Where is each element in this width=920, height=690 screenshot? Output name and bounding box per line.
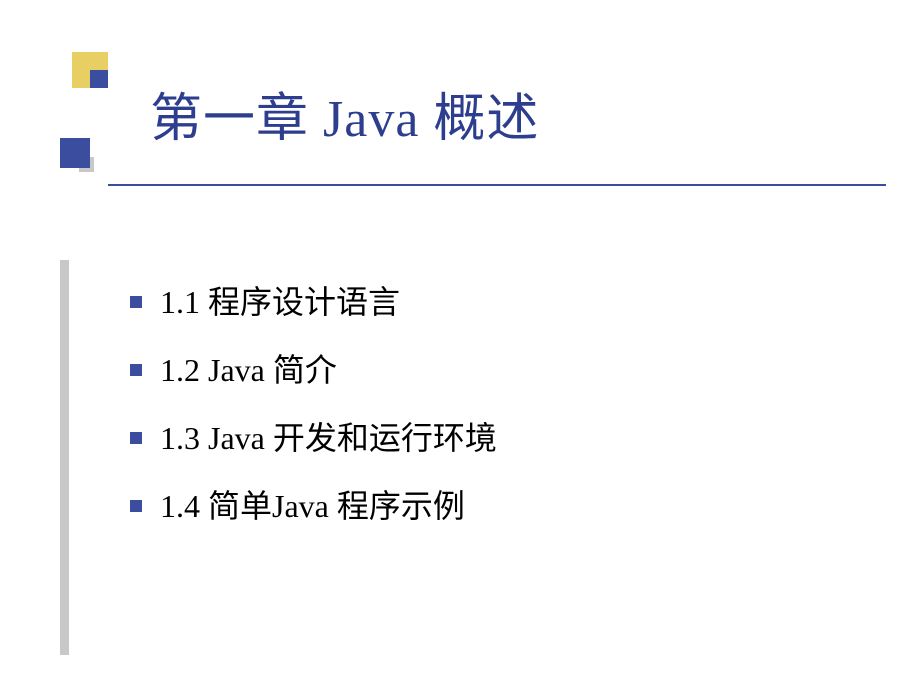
list-item: 1.4 简单Java 程序示例 (130, 482, 860, 530)
decoration-top-group (36, 52, 108, 124)
slide-container: 第一章 Java 概述 1.1 程序设计语言 1.2 Java 简介 1.3 J… (0, 0, 920, 690)
blue-square-icon (90, 70, 108, 88)
decoration-bottom-group (60, 138, 110, 188)
content-area: 1.1 程序设计语言 1.2 Java 简介 1.3 Java 开发和运行环境 … (130, 278, 860, 550)
bullet-icon (130, 432, 142, 444)
bullet-icon (130, 364, 142, 376)
list-item-label: 1.4 简单Java 程序示例 (160, 482, 465, 530)
list-item-label: 1.3 Java 开发和运行环境 (160, 414, 497, 462)
outline-list: 1.1 程序设计语言 1.2 Java 简介 1.3 Java 开发和运行环境 … (130, 278, 860, 530)
title-underline (108, 184, 886, 186)
list-item: 1.2 Java 简介 (130, 346, 860, 394)
list-item: 1.1 程序设计语言 (130, 278, 860, 326)
title-area: 第一章 Java 概述 (150, 76, 870, 151)
list-item: 1.3 Java 开发和运行环境 (130, 414, 860, 462)
bullet-icon (130, 296, 142, 308)
list-item-label: 1.1 程序设计语言 (160, 278, 400, 326)
slide-title: 第一章 Java 概述 (150, 76, 870, 151)
blue-square-medium-icon (60, 138, 90, 168)
bullet-icon (130, 500, 142, 512)
list-item-label: 1.2 Java 简介 (160, 346, 337, 394)
body-side-bar (60, 260, 69, 655)
